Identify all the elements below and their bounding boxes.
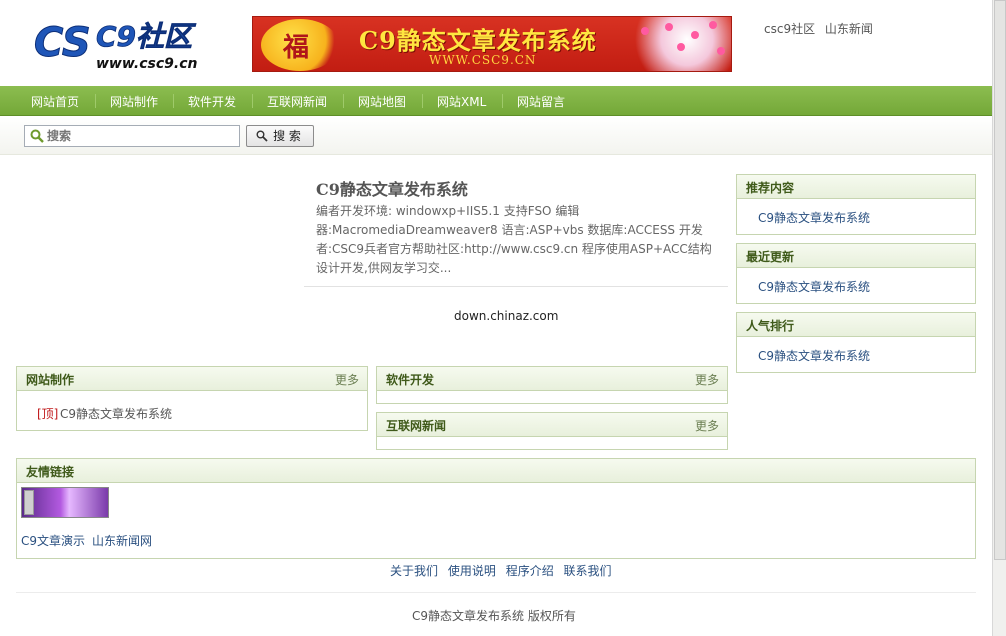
nav-separator [252,94,253,108]
search-icon [30,129,44,143]
friend-link-c9-demo[interactable]: C9文章演示 [21,532,85,549]
nav-item-sitemap[interactable]: 网站地图 [358,93,406,110]
section-news-more[interactable]: 更多 [695,417,719,434]
section-web-more[interactable]: 更多 [335,371,359,388]
nav-item-software[interactable]: 软件开发 [188,93,236,110]
section-news: 互联网新闻 更多 [376,412,728,450]
recent-link[interactable]: C9静态文章发布系统 [758,278,870,295]
footer-link-usage[interactable]: 使用说明 [448,564,496,578]
scrollbar-thumb[interactable] [994,0,1006,560]
footer-links: 关于我们 使用说明 程序介绍 联系我们 [390,562,618,579]
nav-separator [422,94,423,108]
banner-url: WWW.CSC9.CN [429,53,537,67]
banner-ad[interactable]: 福 C9静态文章发布系统 WWW.CSC9.CN [252,16,732,72]
recent-title: 最近更新 [746,250,795,264]
footer-link-contact[interactable]: 联系我们 [564,564,612,578]
nav-item-webmaking[interactable]: 网站制作 [110,93,158,110]
nav-separator [343,94,344,108]
friend-link-sd-news[interactable]: 山东新闻网 [92,532,152,549]
recommend-link[interactable]: C9静态文章发布系统 [758,209,870,226]
nav-separator [173,94,174,108]
article-description: 编者开发环境: windowxp+IIS5.1 支持FSO 编辑器:Macrom… [316,204,712,275]
friend-logo-image[interactable] [21,487,109,518]
magnifier-icon [256,130,268,142]
svg-text:C9社区: C9社区 [96,20,197,53]
friend-links-title: 友情链接 [26,465,75,479]
header: CS C9社区 www.csc9.cn 福 C9静态文章发布系统 WWW.CSC… [0,0,992,86]
divider [304,286,728,287]
friend-links-box: 友情链接 [16,458,976,559]
top-link-sdnews[interactable]: 山东新闻 [825,22,873,36]
footer-link-intro[interactable]: 程序介绍 [506,564,554,578]
site-logo[interactable]: CS C9社区 www.csc9.cn [34,16,214,76]
search-bar: 搜 索 [0,117,992,155]
ad-link[interactable]: down.chinaz.com [454,309,558,323]
popular-link[interactable]: C9静态文章发布系统 [758,347,870,364]
footer-divider [16,592,976,593]
section-web-item-link[interactable]: C9静态文章发布系统 [60,405,172,422]
section-software-more[interactable]: 更多 [695,371,719,388]
image-frame-icon [24,490,34,515]
footer-link-about[interactable]: 关于我们 [390,564,438,578]
plum-blossom-decoration [621,17,731,71]
item-tag: [顶] [37,407,59,421]
fu-emblem: 福 [261,19,339,71]
search-input[interactable] [24,125,240,147]
nav-item-guestbook[interactable]: 网站留言 [517,93,565,110]
copyright: C9静态文章发布系统 版权所有 [412,609,576,623]
recommend-title: 推荐内容 [746,181,795,195]
top-links: csc9社区 山东新闻 [764,20,879,37]
main-nav: 网站首页 网站制作 软件开发 互联网新闻 网站地图 网站XML 网站留言 [0,86,992,116]
popular-title: 人气排行 [746,319,795,333]
section-web-title: 网站制作 [26,373,75,387]
logo-url: www.csc9.cn [96,56,198,72]
svg-text:CS: CS [34,20,91,66]
section-software-title: 软件开发 [386,373,435,387]
top-link-csc9[interactable]: csc9社区 [764,22,815,36]
nav-separator [502,94,503,108]
nav-item-xml[interactable]: 网站XML [437,93,486,110]
section-software: 软件开发 更多 [376,366,728,404]
nav-separator [95,94,96,108]
section-news-title: 互联网新闻 [386,419,447,433]
nav-item-home[interactable]: 网站首页 [31,93,79,110]
banner-title: C9静态文章发布系统 [359,26,597,55]
article-title[interactable]: C9静态文章发布系统 [316,176,468,200]
nav-item-internet-news[interactable]: 互联网新闻 [267,93,327,110]
vertical-scrollbar[interactable] [992,0,1006,636]
